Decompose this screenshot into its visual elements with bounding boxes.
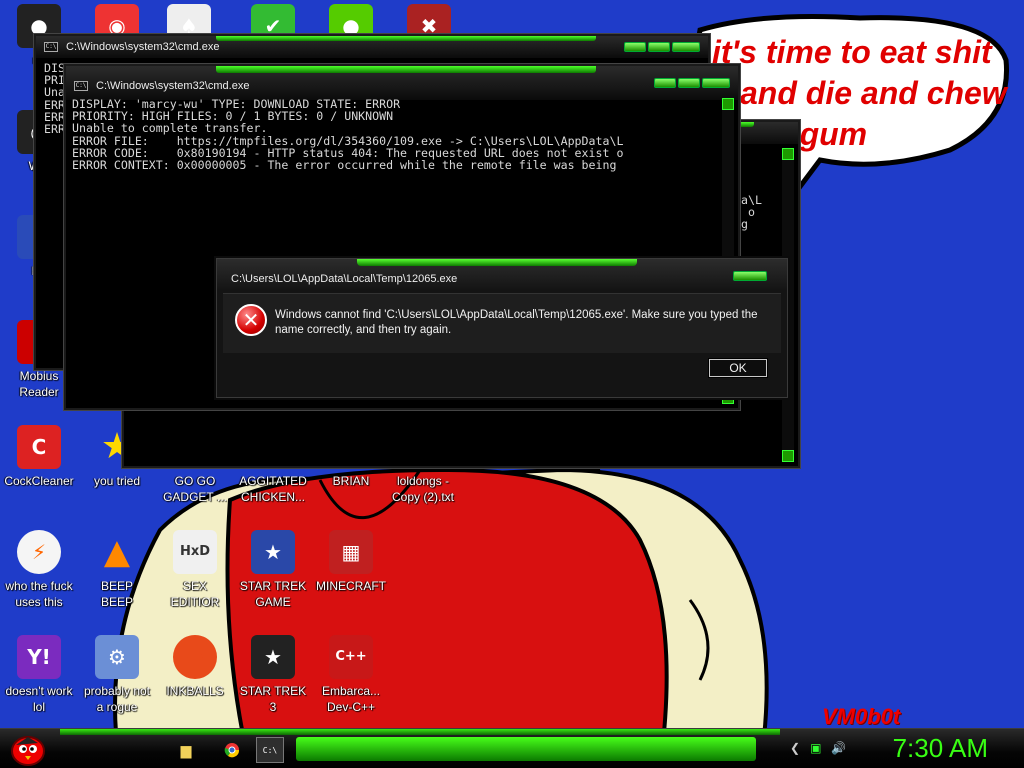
desktop-icon-label: STAR TREK 3: [239, 684, 307, 714]
window-controls[interactable]: [624, 42, 700, 52]
ball-icon: ●: [173, 635, 217, 679]
start-button[interactable]: [8, 731, 48, 767]
hxd-icon: HxD: [173, 530, 217, 574]
desktop-icon-whofuck[interactable]: ⚡ who the fuck uses this: [0, 530, 78, 610]
desktop-icon-startrek[interactable]: ★ STAR TREK GAME: [234, 530, 312, 610]
bubble-line: le gum: [764, 116, 868, 152]
cmd-icon: C:\: [74, 81, 88, 91]
network-icon[interactable]: ▣: [810, 741, 821, 755]
chrome-icon[interactable]: [218, 737, 246, 763]
desktop-icon-label: MINECRAFT: [316, 579, 386, 593]
taskbar-green-bar: [296, 737, 756, 761]
taskbar-glow: [60, 729, 780, 735]
broom-icon: C: [17, 425, 61, 469]
desktop-icon-label: loldongs - Copy (2).txt: [391, 474, 454, 504]
cone-icon: ▲: [103, 532, 131, 572]
scroll-up-arrow[interactable]: [722, 98, 734, 110]
cmd-title: C:\Windows\system32\cmd.exe: [66, 41, 220, 53]
desktop-icon-minecraft[interactable]: ▦ MINECRAFT: [312, 530, 390, 594]
starwars-icon: ★: [251, 635, 295, 679]
desktop-icon-label: INKBALLS: [166, 684, 224, 698]
error-dialog[interactable]: C:\Users\LOL\AppData\Local\Temp\12065.ex…: [216, 258, 788, 398]
lightning-icon: ⚡: [17, 530, 61, 574]
desktop-icon-startrek3[interactable]: ★ STAR TREK 3: [234, 635, 312, 715]
scroll-down-arrow[interactable]: [782, 450, 794, 462]
cmd-title: C:\Windows\system32\cmd.exe: [96, 80, 250, 92]
desktop-icon-label: STAR TREK GAME: [239, 579, 307, 609]
close-button[interactable]: [733, 271, 767, 281]
cmd-titlebar[interactable]: C:\ C:\Windows\system32\cmd.exe: [36, 36, 708, 58]
minecraft-icon: ▦: [329, 530, 373, 574]
desktop-icon-label: SEX EDITIOR: [170, 579, 220, 609]
desktop-icon-label: who the fuck uses this: [5, 579, 73, 609]
desktop-icon-label: you tried: [93, 474, 141, 488]
dialog-content: ✕ Windows cannot find 'C:\Users\LOL\AppD…: [223, 293, 781, 353]
error-icon: ✕: [235, 304, 267, 336]
minimize-button[interactable]: [624, 42, 646, 52]
desktop-icon-label: doesn't work lol: [5, 684, 73, 714]
desktop-icon-beep[interactable]: ▲ BEEP BEEP: [78, 530, 156, 610]
minimize-button[interactable]: [654, 78, 676, 88]
desktop-icon-inkballs[interactable]: ● INKBALLS: [156, 635, 234, 699]
maximize-button[interactable]: [648, 42, 670, 52]
desktop-icon-label: AGGITATED CHICKEN...: [239, 474, 307, 504]
dialog-title: C:\Users\LOL\AppData\Local\Temp\12065.ex…: [231, 273, 458, 285]
bubble-line: it's time to eat shit: [712, 34, 992, 70]
system-tray: ❮ ▣ 🔊: [790, 741, 846, 755]
window-controls[interactable]: [654, 78, 730, 88]
clock[interactable]: 7:30 AM: [893, 733, 988, 764]
desktop-icon-sex[interactable]: HxD SEX EDITIOR: [156, 530, 234, 610]
desktop-icon-label: CockCleaner: [4, 474, 74, 488]
desktop-icon-devcpp[interactable]: C++ Embarca... Dev-C++: [312, 635, 390, 715]
desktop-icon-label: Embarca... Dev-C++: [321, 684, 381, 714]
wallpaper-watermark: VM0b0t: [822, 704, 901, 729]
desktop-icon-label: BRIAN: [332, 474, 370, 488]
cmd-icon[interactable]: C:\: [256, 737, 284, 763]
close-button[interactable]: [672, 42, 700, 52]
close-button[interactable]: [702, 78, 730, 88]
starwars-icon: ★: [251, 530, 295, 574]
dialog-titlebar[interactable]: C:\Users\LOL\AppData\Local\Temp\12065.ex…: [217, 259, 787, 289]
folder-icon[interactable]: ▆: [172, 737, 200, 763]
desktop-icon-rogue[interactable]: ⚙ probably not a rogue: [78, 635, 156, 715]
desktop-icon-label: GO GO GADGET ...: [163, 474, 227, 504]
show-hidden-icons[interactable]: ❮: [790, 741, 800, 755]
maximize-button[interactable]: [678, 78, 700, 88]
desktop-icon-label: probably not a rogue: [83, 684, 151, 714]
scroll-up-arrow[interactable]: [782, 148, 794, 160]
desktop-icon-yahoo[interactable]: Y! doesn't work lol: [0, 635, 78, 715]
error-message: Windows cannot find 'C:\Users\LOL\AppDat…: [275, 309, 758, 336]
cmd-icon: C:\: [44, 42, 58, 52]
bubble-line: and die and chew: [740, 75, 1007, 111]
desktop-icon-cockcleaner[interactable]: C CockCleaner: [0, 425, 78, 489]
ok-button[interactable]: OK: [708, 358, 768, 378]
yahoo-icon: Y!: [17, 635, 61, 679]
cmd-titlebar[interactable]: C:\ C:\Windows\system32\cmd.exe: [66, 66, 738, 100]
devcpp-icon: C++: [329, 635, 373, 679]
desktop-icon-label: BEEP BEEP: [100, 579, 133, 609]
gears-icon: ⚙: [95, 635, 139, 679]
taskbar: ▆ C:\ ❮ ▣ 🔊 7:30 AM: [0, 728, 1024, 768]
volume-icon[interactable]: 🔊: [831, 741, 846, 755]
